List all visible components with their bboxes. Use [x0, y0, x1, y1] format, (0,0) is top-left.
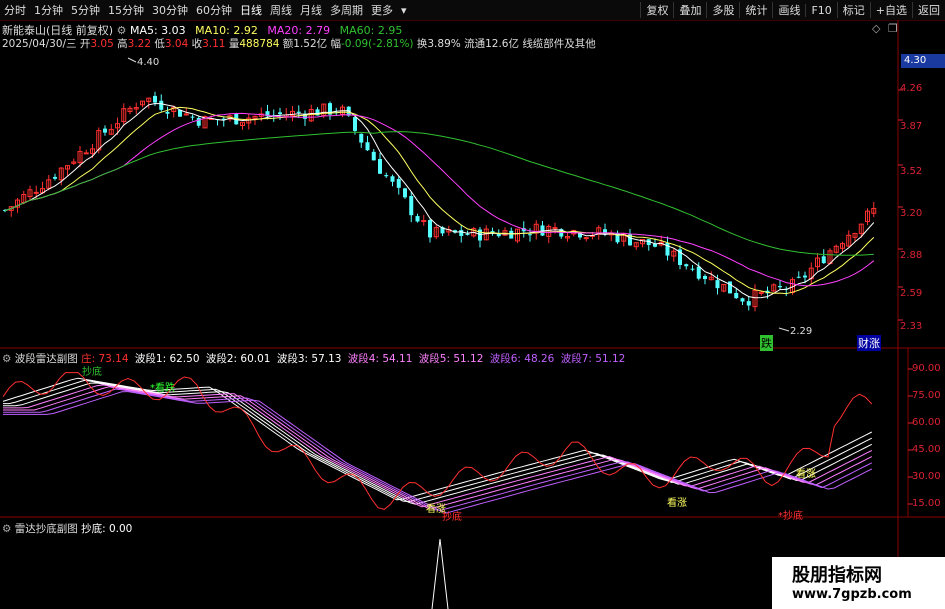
candle-body [684, 264, 689, 267]
candle-body [690, 268, 695, 270]
candle-body [465, 233, 470, 235]
candle-body [153, 95, 157, 103]
candle-body [796, 276, 801, 278]
candle-body [415, 216, 420, 222]
candle-body [278, 112, 282, 115]
candle-body [603, 229, 607, 235]
panel3-settings-icon[interactable]: ⚙ [2, 523, 11, 535]
price-tick: 3.87 [900, 121, 923, 132]
chaodi-label-1: 抄底 [442, 512, 462, 523]
watermark-url: www.7gpzb.com [792, 587, 912, 602]
price-tick: 2.88 [900, 250, 923, 261]
candle-body [296, 111, 301, 113]
candle-body [159, 100, 164, 110]
candle-body [528, 234, 532, 236]
high-pointer [127, 57, 137, 63]
ma20-line [4, 112, 875, 287]
chaodi-spike [431, 538, 449, 609]
band-6-line [3, 388, 873, 511]
band-2-line [3, 379, 873, 503]
candle-body [509, 230, 514, 239]
candle-body [778, 286, 782, 288]
band-4-line [3, 384, 873, 508]
candle-body [190, 116, 195, 118]
band-3-line [3, 382, 873, 505]
osc-tick: 15.00 [912, 498, 941, 509]
low-annotation: 2.29 [790, 326, 813, 337]
osc-tick: 60.00 [912, 417, 941, 428]
candle-body [196, 117, 201, 126]
band7-label: 波段7: 51.12 [560, 353, 626, 365]
candle-body [740, 298, 745, 302]
band-7-line [3, 391, 873, 514]
osc-tick: 90.00 [912, 363, 941, 374]
candle-body [384, 175, 389, 177]
candle-body [803, 275, 807, 278]
candle-body [409, 195, 414, 216]
chaodi-value: 抄底: 0.00 [81, 523, 133, 535]
candle-body [33, 191, 39, 194]
candle-body [396, 179, 401, 188]
candle-body [715, 280, 720, 289]
price-tick: 3.52 [900, 166, 923, 177]
candle-body [371, 151, 376, 161]
osc-tick: 30.00 [912, 471, 941, 482]
price-tick: 3.20 [900, 208, 923, 219]
panel3-name: 雷达抄底副图 [14, 523, 78, 535]
candle-body [83, 152, 89, 155]
kanzhang-label-3: 看涨 [796, 469, 816, 480]
price-tick: 2.33 [900, 321, 923, 332]
candle-body [103, 128, 107, 133]
chaodi-top-label: 抄底 [82, 367, 102, 378]
band4-label: 波段4: 54.11 [347, 353, 413, 365]
watermark-title: 股朋指标网 [792, 565, 882, 586]
die-marker: 跌 [760, 335, 773, 351]
candle-body [821, 256, 826, 264]
ma60-line [4, 131, 874, 256]
candle-body [428, 220, 432, 238]
candle-body [734, 292, 739, 299]
candle-body [421, 220, 427, 223]
candle-body [53, 176, 57, 179]
low-pointer [778, 327, 790, 332]
candle-body [165, 111, 170, 114]
candle-body [696, 266, 701, 279]
candle-body [378, 159, 382, 174]
band-1-line [2, 377, 873, 501]
price-tick: 4.26 [900, 83, 923, 94]
candle-body [746, 301, 751, 306]
band5-label: 波段5: 51.12 [418, 353, 484, 365]
high-annotation: 4.40 [137, 57, 160, 68]
price-tick: 2.59 [900, 288, 923, 299]
zhuang-line [2, 372, 873, 510]
radar-panel-header: ⚙ 雷达抄底副图 抄底: 0.00 [2, 521, 132, 536]
ma5-line [4, 102, 875, 299]
panel-settings-icon[interactable]: ⚙ [2, 353, 11, 365]
kline-chart[interactable] [0, 0, 945, 609]
kanzhang-label-2: 看涨 [667, 498, 687, 509]
candle-body [353, 117, 357, 131]
candle-body [365, 142, 370, 151]
candle-body [403, 188, 407, 198]
band2-label: 波段2: 60.01 [205, 353, 271, 365]
caizhang-marker: 财涨 [857, 335, 881, 351]
watermark-logo: 股朋指标网 www.7gpzb.com [772, 557, 945, 609]
price-tag: 4.30 [901, 54, 945, 68]
band3-label: 波段3: 57.13 [276, 353, 342, 365]
band1-label: 波段1: 62.50 [134, 353, 200, 365]
band6-label: 波段6: 48.26 [489, 353, 555, 365]
candle-body [459, 230, 464, 236]
kandie-label: *看跌 [150, 383, 175, 394]
candle-body [552, 227, 558, 230]
osc-tick: 75.00 [912, 390, 941, 401]
chaodi-label-2: *抄底 [778, 511, 803, 522]
candle-body [359, 133, 364, 143]
candle-body [703, 276, 707, 280]
candle-body [390, 176, 395, 182]
osc-tick: 45.00 [912, 444, 941, 455]
panel-name: 波段雷达副图 [14, 353, 78, 365]
candle-body [583, 237, 589, 240]
candle-body [183, 113, 189, 116]
